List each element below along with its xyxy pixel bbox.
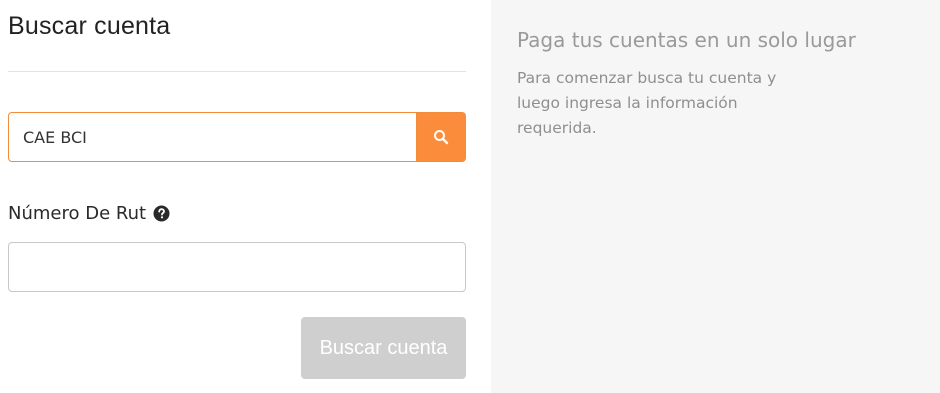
buscar-cuenta-button[interactable]: Buscar cuenta: [301, 317, 466, 379]
divider: [8, 71, 466, 72]
search-button[interactable]: [416, 112, 466, 162]
page: Buscar cuenta Número De Rut Bu: [0, 0, 940, 393]
form-title: Buscar cuenta: [8, 12, 171, 40]
search-form: Buscar cuenta Número De Rut Bu: [8, 0, 466, 393]
rut-label: Número De Rut: [8, 203, 147, 224]
info-panel: Paga tus cuentas en un solo lugar Para c…: [491, 0, 940, 393]
info-text: Para comenzar busca tu cuenta y luego in…: [517, 69, 777, 137]
search-input[interactable]: [8, 112, 416, 162]
search-group: [8, 112, 466, 162]
rut-label-row: Número De Rut: [8, 203, 170, 224]
question-circle-icon[interactable]: [153, 205, 170, 222]
rut-input[interactable]: [8, 242, 466, 292]
info-title: Paga tus cuentas en un solo lugar: [517, 28, 856, 52]
search-icon: [434, 130, 449, 145]
